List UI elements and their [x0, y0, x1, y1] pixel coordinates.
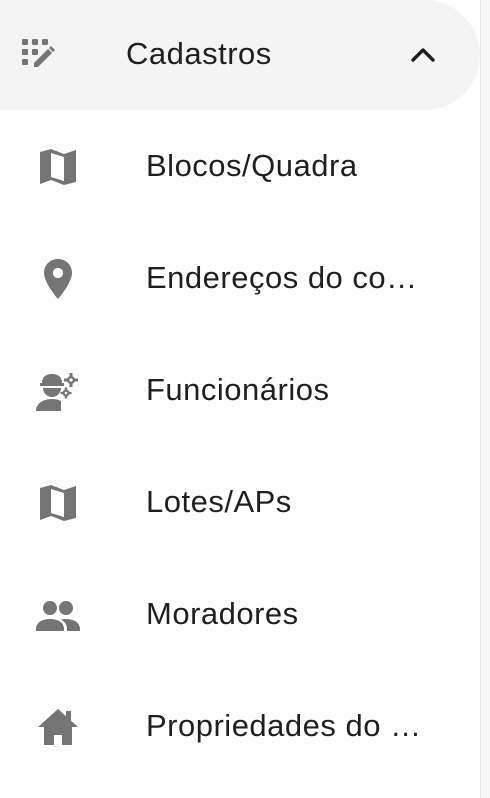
scrollbar[interactable]: [480, 0, 490, 798]
cadastros-group-header[interactable]: Cadastros: [0, 0, 480, 110]
menu-item-label: Moradores: [146, 596, 299, 631]
menu-item-enderecos[interactable]: Endereços do co…: [0, 222, 470, 334]
edit-grid-icon: [20, 37, 58, 75]
map-icon: [34, 483, 82, 523]
engineering-icon: [34, 371, 82, 411]
navigation-drawer: Cadastros Blocos/Quadra Endereços do co…: [0, 0, 480, 798]
menu-item-label: Propriedades do …: [146, 708, 422, 743]
menu-item-blocos-quadra[interactable]: Blocos/Quadra: [0, 110, 470, 222]
menu-item-funcionarios[interactable]: Funcionários: [0, 334, 470, 446]
menu-item-label: Lotes/APs: [146, 484, 292, 519]
menu-item-label: Funcionários: [146, 372, 330, 407]
menu-item-moradores[interactable]: Moradores: [0, 558, 470, 670]
location-pin-icon: [34, 259, 82, 299]
menu-item-label: Blocos/Quadra: [146, 148, 358, 183]
house-icon: [34, 707, 82, 747]
group-label: Cadastros: [126, 36, 272, 71]
map-icon: [34, 147, 82, 187]
menu-item-lotes-aps[interactable]: Lotes/APs: [0, 446, 470, 558]
menu-item-propriedades[interactable]: Propriedades do …: [0, 670, 470, 782]
chevron-up-icon[interactable]: [408, 40, 438, 70]
people-icon: [34, 595, 82, 635]
menu-item-label: Endereços do co…: [146, 260, 418, 295]
